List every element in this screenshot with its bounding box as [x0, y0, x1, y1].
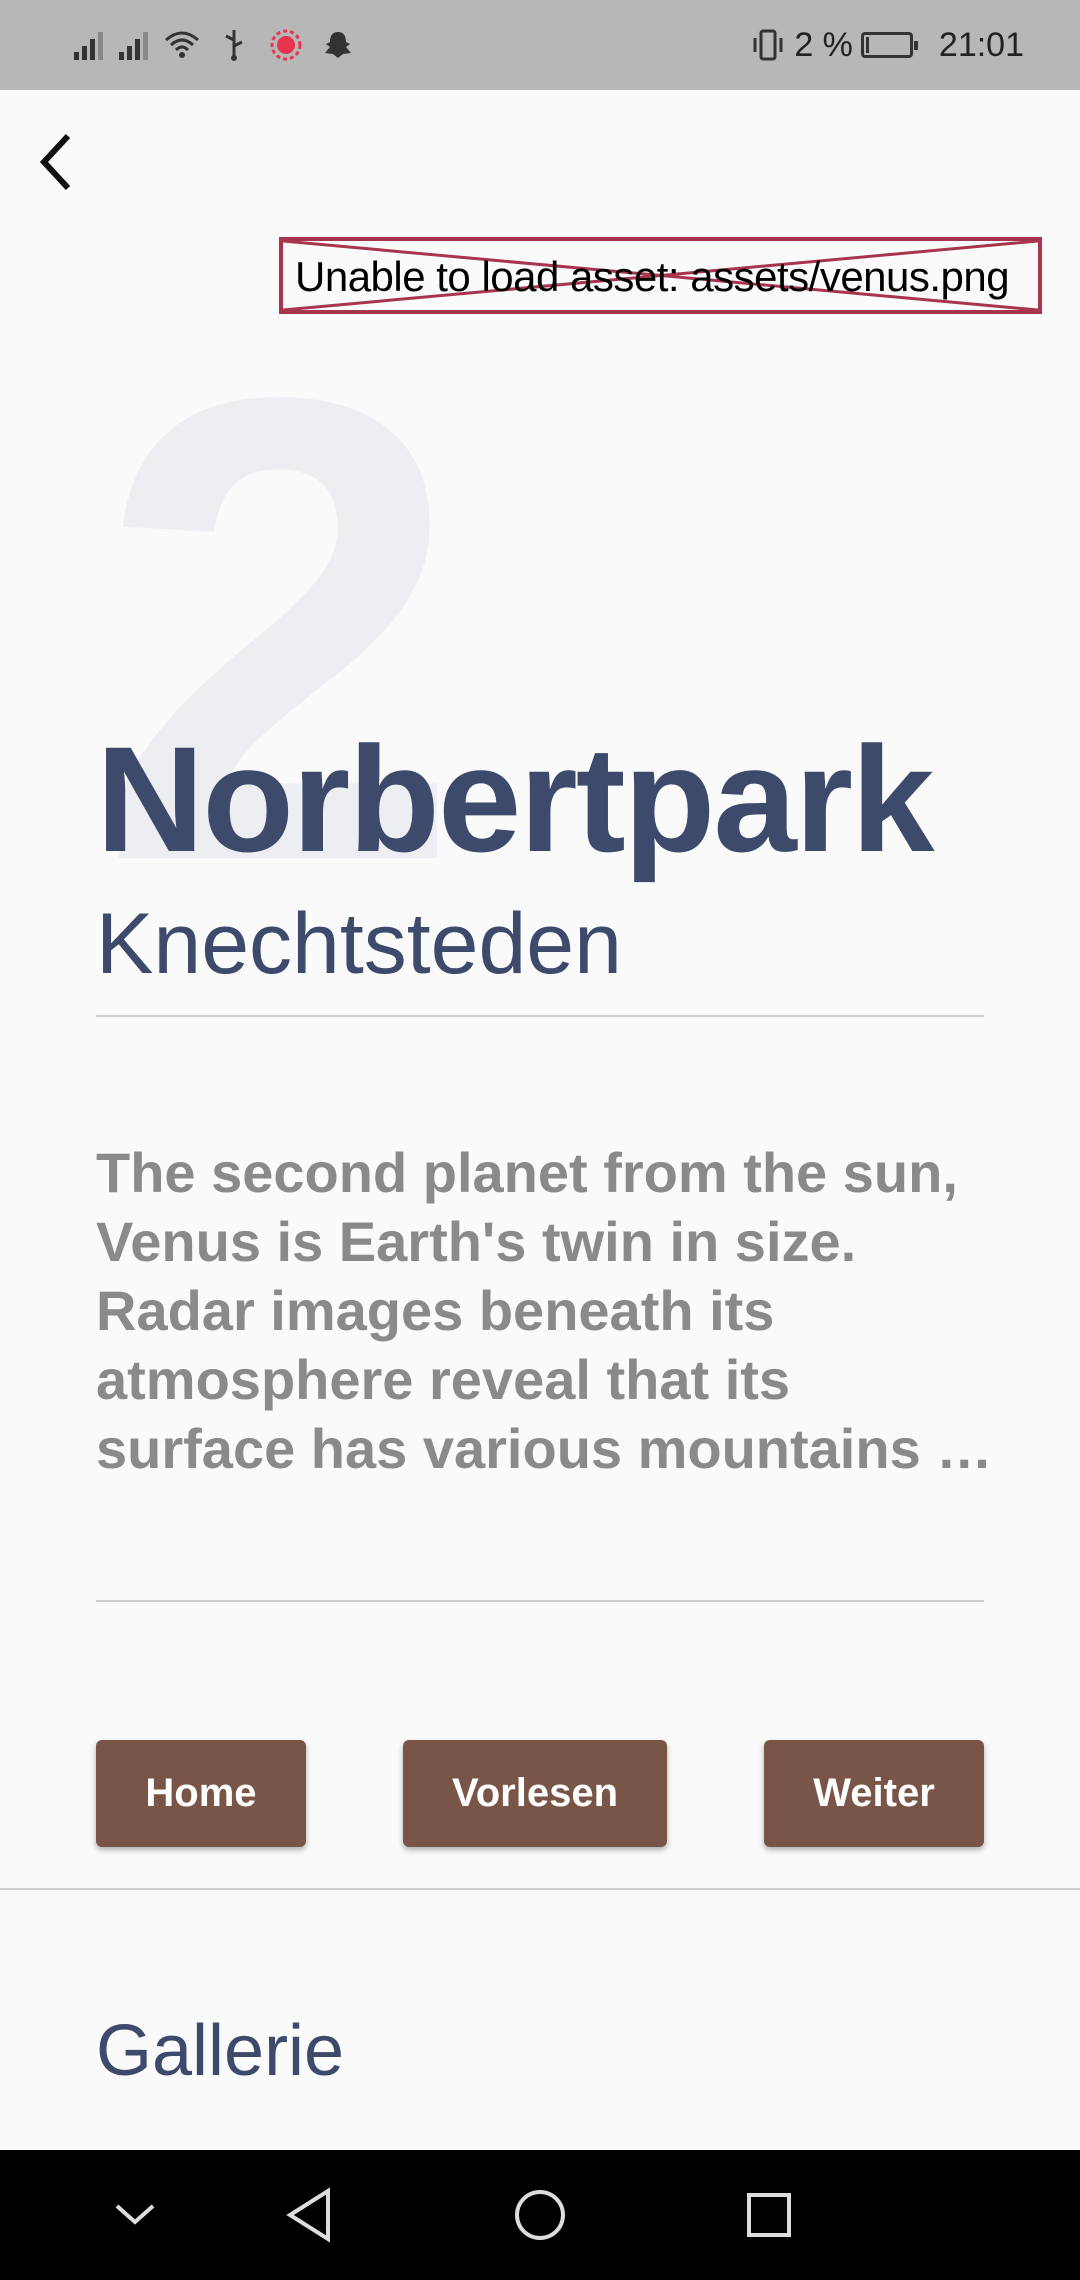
status-icons-left	[74, 22, 356, 68]
chevron-down-icon	[115, 2204, 155, 2225]
description-line: atmosphere reveal that its	[96, 1348, 791, 1411]
battery-icon	[860, 32, 918, 58]
description-line: The second planet from the sun,	[96, 1141, 958, 1204]
home-nav-button[interactable]	[505, 2180, 575, 2250]
divider	[96, 1015, 984, 1017]
next-button[interactable]: Weiter	[764, 1740, 984, 1847]
wifi-icon	[164, 27, 200, 63]
triangle-back-icon	[286, 2187, 330, 2243]
clock: 21:01	[938, 25, 1024, 64]
notification-dot-icon	[268, 27, 304, 63]
description-line: Radar images beneath its	[96, 1279, 775, 1342]
snapchat-icon	[320, 27, 356, 63]
description: The second planet from the sun, Venus is…	[96, 1138, 996, 1483]
description-line: Venus is Earth's twin in size.	[96, 1210, 857, 1273]
circle-home-icon	[515, 2190, 565, 2240]
gallery-heading: Gallerie	[96, 2011, 345, 2091]
hide-nav-button[interactable]	[100, 2180, 170, 2250]
signal-icon	[119, 30, 148, 60]
square-recents-icon	[747, 2193, 791, 2237]
system-nav-bar	[0, 2150, 1080, 2280]
status-bar: 2 % 21:01	[0, 0, 1080, 90]
read-aloud-button[interactable]: Vorlesen	[403, 1740, 667, 1847]
chevron-left-icon	[39, 133, 71, 191]
recents-nav-button[interactable]	[734, 2180, 804, 2250]
status-icons-right: 2 % 21:01	[750, 22, 1024, 68]
page-title: Norbertpark	[96, 715, 935, 883]
home-button[interactable]: Home	[96, 1740, 306, 1847]
usb-icon	[216, 27, 252, 63]
description-line: surface has various mountains …	[96, 1417, 993, 1480]
back-nav-button[interactable]	[274, 2180, 344, 2250]
divider	[96, 1600, 984, 1602]
vibrate-icon	[750, 27, 786, 63]
signal-icon	[74, 30, 103, 60]
battery-percent: 2 %	[794, 25, 853, 64]
section-divider	[0, 1888, 1080, 1890]
page-subtitle: Knechtsteden	[96, 896, 622, 992]
back-button[interactable]	[24, 120, 88, 204]
